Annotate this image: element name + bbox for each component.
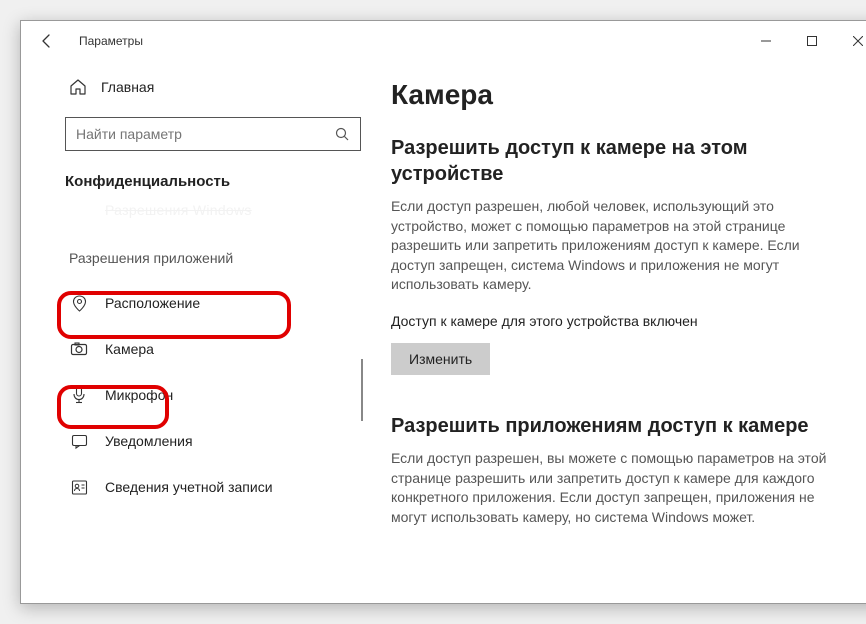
sidebar-item-label: Расположение: [105, 295, 200, 311]
sidebar-item-label: Уведомления: [105, 433, 193, 449]
notifications-icon: [69, 433, 89, 450]
search-icon: [335, 127, 350, 142]
sidebar-item-notifications[interactable]: Уведомления: [21, 418, 361, 464]
sidebar-item-label: Сведения учетной записи: [105, 479, 273, 495]
window-body: Главная Конфиденциальность Разрешения Wi…: [21, 61, 866, 603]
camera-access-status: Доступ к камере для этого устройства вкл…: [391, 313, 855, 329]
maximize-button[interactable]: [789, 25, 835, 57]
location-icon: [69, 295, 89, 312]
search-input[interactable]: [65, 117, 361, 151]
account-icon: [69, 479, 89, 496]
sidebar: Главная Конфиденциальность Разрешения Wi…: [21, 61, 361, 603]
home-icon: [69, 78, 87, 96]
window-controls: [743, 25, 866, 57]
change-button[interactable]: Изменить: [391, 343, 490, 375]
camera-icon: [69, 340, 89, 358]
scroll-indicator: [361, 359, 363, 421]
sidebar-item-label: Камера: [105, 341, 154, 357]
sidebar-item-location[interactable]: Расположение: [21, 280, 361, 326]
section-description: Если доступ разрешен, любой человек, исп…: [391, 197, 831, 295]
sidebar-item-label: Разрешения Windows: [105, 202, 252, 218]
window-title: Параметры: [79, 34, 743, 48]
search-field[interactable]: [76, 126, 335, 142]
section-description: Если доступ разрешен, вы можете с помощь…: [391, 449, 831, 527]
minimize-button[interactable]: [743, 25, 789, 57]
sidebar-nav: Разрешения Windows Разрешения приложений…: [21, 198, 361, 510]
settings-window: Параметры Главная: [20, 20, 866, 604]
sidebar-section-label: Разрешения приложений: [69, 250, 233, 266]
back-button[interactable]: [33, 27, 61, 55]
search-container: [21, 107, 361, 159]
sidebar-item-windows-permissions[interactable]: Разрешения Windows: [21, 198, 361, 222]
sidebar-item-label: Микрофон: [105, 387, 173, 403]
sidebar-item-microphone[interactable]: Микрофон: [21, 372, 361, 418]
page-title: Камера: [391, 79, 855, 111]
section-heading: Разрешить доступ к камере на этом устрой…: [391, 135, 855, 187]
sidebar-item-account-info[interactable]: Сведения учетной записи: [21, 464, 361, 510]
sidebar-item-label: Главная: [101, 79, 154, 95]
section-heading: Разрешить приложениям доступ к камере: [391, 413, 855, 439]
sidebar-section-app-permissions: Разрешения приложений: [21, 236, 361, 280]
sidebar-item-home[interactable]: Главная: [21, 67, 361, 107]
close-button[interactable]: [835, 25, 866, 57]
microphone-icon: [69, 386, 89, 404]
titlebar: Параметры: [21, 21, 866, 61]
sidebar-item-camera[interactable]: Камера: [21, 326, 361, 372]
sidebar-category: Конфиденциальность: [21, 159, 361, 194]
content-pane: Камера Разрешить доступ к камере на этом…: [361, 61, 866, 603]
